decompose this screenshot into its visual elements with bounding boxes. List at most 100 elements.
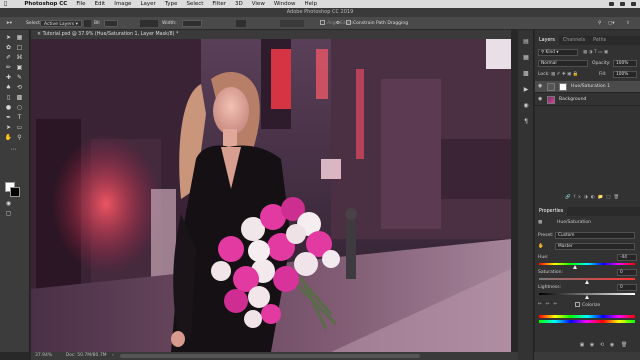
app-menu[interactable]: Photoshop CC <box>24 1 67 7</box>
lock-icons[interactable]: ▩ ✐ ✚ ▣ 🔒 <box>551 72 578 77</box>
hand-tool-icon[interactable]: ✋ <box>4 134 13 142</box>
battery-icon[interactable] <box>631 2 636 6</box>
quick-mask-icon[interactable]: ◉ <box>4 200 13 208</box>
status-icon[interactable] <box>609 2 614 6</box>
layer-row-hue-saturation[interactable]: ◉ Hue/Saturation 1 <box>535 81 640 93</box>
blur-tool-icon[interactable]: ● <box>4 104 13 112</box>
actions-panel-icon[interactable]: ▶ <box>522 86 530 93</box>
clip-icon[interactable]: ▣ <box>579 342 585 348</box>
visibility-eye-icon[interactable]: ◉ <box>538 84 543 89</box>
share-icon[interactable]: ⇧ <box>626 20 630 27</box>
apple-icon[interactable]:  <box>4 1 7 7</box>
view-previous-icon[interactable]: ◉ <box>589 342 595 348</box>
crop-tool-icon[interactable]: ⌘ <box>15 54 24 62</box>
colorize-checkbox[interactable]: Colorize <box>575 302 600 308</box>
menu-view[interactable]: View <box>252 1 265 7</box>
hue-slider[interactable] <box>539 263 635 265</box>
marquee-tool-icon[interactable]: □ <box>15 44 24 52</box>
lasso-tool-icon[interactable]: ✿ <box>4 44 13 52</box>
layer-actions[interactable]: 🔗fx◑◐📁□🗑 <box>565 195 622 200</box>
menu-filter[interactable]: Filter <box>212 1 226 7</box>
gradient-tool-icon[interactable]: ▩ <box>15 94 24 102</box>
hue-value[interactable]: -44 <box>617 254 637 261</box>
menu-select[interactable]: Select <box>186 1 203 7</box>
menu-file[interactable]: File <box>76 1 85 7</box>
lightness-value[interactable]: 0 <box>617 284 637 291</box>
learn-panel-icon[interactable]: ◉ <box>522 102 530 109</box>
eyedropper-icons[interactable]: ✏✏✏ <box>538 302 561 307</box>
visibility-icon[interactable]: ◉ <box>609 342 615 348</box>
layer-mask-thumbnail[interactable] <box>559 83 567 91</box>
move-tool-icon[interactable]: ➤ <box>4 34 13 42</box>
history-brush-tool-icon[interactable]: ⟲ <box>15 84 24 92</box>
search-icon[interactable]: ⚲ <box>598 20 601 27</box>
select-dropdown[interactable]: Active Layers ▾ <box>40 20 82 27</box>
width-field[interactable] <box>182 20 202 27</box>
layer-filter-dropdown[interactable]: ⚲ Kind ▾ <box>538 49 578 56</box>
menu-3d[interactable]: 3D <box>235 1 243 7</box>
mode-swatch[interactable] <box>84 20 91 27</box>
background-color-swatch[interactable] <box>10 187 20 197</box>
zoom-readout[interactable]: 37.94% <box>35 353 52 358</box>
frame-tool-icon[interactable]: ▣ <box>15 64 24 72</box>
eraser-tool-icon[interactable]: ▯ <box>4 94 13 102</box>
workspace-icon[interactable]: ▢▾ <box>608 20 615 27</box>
height-field[interactable] <box>236 20 246 27</box>
brush-tool-icon[interactable]: ✎ <box>15 74 24 82</box>
rectangle-tool-icon[interactable]: ▭ <box>15 124 24 132</box>
clone-stamp-tool-icon[interactable]: ♠ <box>4 84 13 92</box>
dodge-tool-icon[interactable]: ○ <box>15 104 24 112</box>
chevron-right-icon[interactable]: › <box>112 353 114 358</box>
trash-icon[interactable]: 🗑 <box>621 342 627 348</box>
channel-dropdown[interactable]: Master <box>555 243 635 250</box>
zoom-tool-icon[interactable]: ⚲ <box>15 134 24 142</box>
tab-channels[interactable]: Channels <box>559 36 589 45</box>
wifi-icon[interactable] <box>620 2 625 6</box>
path-select-tool-icon[interactable]: ➤ <box>4 124 13 132</box>
pen-tool-icon[interactable]: ✒ <box>4 114 13 122</box>
eyedropper-tool-icon[interactable]: ✏ <box>4 64 13 72</box>
swatches-panel-icon[interactable]: ▩ <box>522 70 530 77</box>
menu-type[interactable]: Type <box>165 1 178 7</box>
healing-brush-tool-icon[interactable]: ✚ <box>4 74 13 82</box>
fill-field[interactable]: 100% <box>613 71 637 78</box>
type-tool-icon[interactable]: T <box>15 114 24 122</box>
tab-paths[interactable]: Paths <box>589 36 610 45</box>
close-icon[interactable]: × <box>37 32 41 37</box>
fill-swatch[interactable] <box>104 20 118 27</box>
stroke-field[interactable] <box>140 20 158 27</box>
document-tab[interactable]: × Tutorial.psd @ 37.9% (Hue/Saturation 1… <box>31 30 511 39</box>
more-tools-icon[interactable]: ⋯ <box>9 146 18 154</box>
layer-row-background[interactable]: ◉ Background <box>535 94 640 106</box>
character-panel-icon[interactable]: ¶ <box>522 118 530 125</box>
tab-layers[interactable]: Layers <box>535 36 559 45</box>
hue-slider-knob[interactable] <box>573 265 578 269</box>
menu-layer[interactable]: Layer <box>140 1 155 7</box>
doc-info[interactable]: Doc: 50.7M/80.7M <box>66 353 107 358</box>
document-canvas[interactable] <box>31 39 511 352</box>
reset-icon[interactable]: ⟲ <box>599 342 605 348</box>
quick-select-tool-icon[interactable]: ✐ <box>4 54 13 62</box>
hand-target-icon[interactable]: ✋ <box>538 244 544 249</box>
lightness-slider-knob[interactable] <box>585 295 589 299</box>
menu-image[interactable]: Image <box>114 1 131 7</box>
constrain-checkbox[interactable]: Constrain Path Dragging <box>346 20 408 27</box>
screen-mode-icon[interactable]: ▢ <box>4 210 13 218</box>
history-panel-icon[interactable]: ▤ <box>522 38 530 45</box>
blend-mode-dropdown[interactable]: Normal <box>538 60 588 67</box>
opacity-field[interactable]: 100% <box>613 60 637 67</box>
preset-dropdown[interactable]: Custom <box>555 232 635 239</box>
move-tool-icon[interactable]: ➤▾ <box>6 20 12 27</box>
saturation-slider-knob[interactable] <box>585 280 589 284</box>
menu-edit[interactable]: Edit <box>95 1 106 7</box>
path-ops-button[interactable] <box>280 20 304 27</box>
filter-icons[interactable]: ▩ ◑ T ▭ ▣ <box>583 50 608 55</box>
menu-window[interactable]: Window <box>274 1 296 7</box>
gear-icon[interactable]: ⚙ <box>336 20 340 27</box>
artboard-tool-icon[interactable]: ▦ <box>15 34 24 42</box>
horizontal-scrollbar[interactable] <box>120 354 420 358</box>
visibility-eye-icon[interactable]: ◉ <box>538 97 543 102</box>
saturation-value[interactable]: 0 <box>617 269 637 276</box>
libraries-panel-icon[interactable]: ▦ <box>522 54 530 61</box>
menu-help[interactable]: Help <box>305 1 318 7</box>
